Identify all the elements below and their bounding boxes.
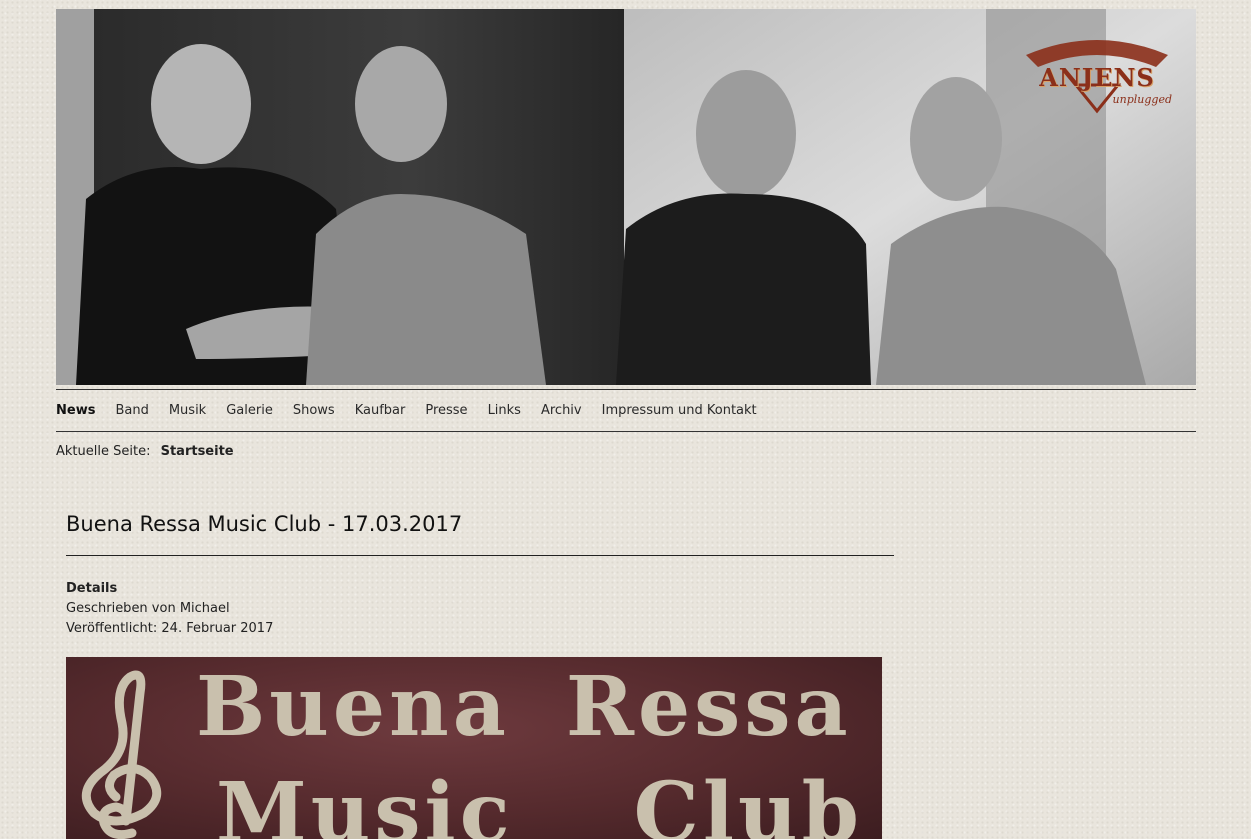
article-details: Details Geschrieben von Michael Veröffen… <box>66 579 273 639</box>
nav-item-band[interactable]: Band <box>115 402 148 422</box>
article-published-date: Veröffentlicht: 24. Februar 2017 <box>66 621 274 636</box>
poster-word-ressa: Ressa <box>565 659 852 755</box>
poster-word-buena: Buena <box>196 659 510 755</box>
header-banner: ANJENS unplugged <box>56 9 1196 385</box>
logo-subtitle: unplugged <box>1112 93 1172 106</box>
nav-item-shows[interactable]: Shows <box>293 402 335 422</box>
nav-item-links[interactable]: Links <box>488 402 521 422</box>
treble-clef-icon <box>81 670 162 839</box>
main-navigation: News Band Musik Galerie Shows Kaufbar Pr… <box>56 402 777 422</box>
nav-item-kaufbar[interactable]: Kaufbar <box>355 402 406 422</box>
poster-line-2: Music Club <box>216 765 863 839</box>
nav-item-archiv[interactable]: Archiv <box>541 402 582 422</box>
title-divider <box>66 555 894 556</box>
poster-line-1: Buena Ressa <box>196 659 852 755</box>
nav-item-impressum[interactable]: Impressum und Kontakt <box>602 402 757 422</box>
nav-item-presse[interactable]: Presse <box>425 402 467 422</box>
article-poster-image: Buena Ressa Music Club <box>66 657 882 839</box>
nav-divider-bottom <box>56 431 1196 432</box>
details-heading: Details <box>66 581 118 596</box>
breadcrumb-current: Startseite <box>160 444 234 459</box>
nav-item-galerie[interactable]: Galerie <box>226 402 273 422</box>
band-logo[interactable]: ANJENS unplugged <box>1016 33 1178 119</box>
poster-word-club: Club <box>633 765 864 839</box>
nav-item-news[interactable]: News <box>56 402 95 422</box>
breadcrumb-prefix: Aktuelle Seite: <box>56 444 151 459</box>
logo-name: ANJENS <box>1039 63 1155 92</box>
article-title[interactable]: Buena Ressa Music Club - 17.03.2017 <box>66 512 462 536</box>
poster-word-music: Music <box>216 765 514 839</box>
article-author: Geschrieben von Michael <box>66 601 230 616</box>
nav-item-musik[interactable]: Musik <box>169 402 206 422</box>
breadcrumb: Aktuelle Seite: Startseite <box>56 444 234 459</box>
nav-divider-top <box>56 389 1196 390</box>
